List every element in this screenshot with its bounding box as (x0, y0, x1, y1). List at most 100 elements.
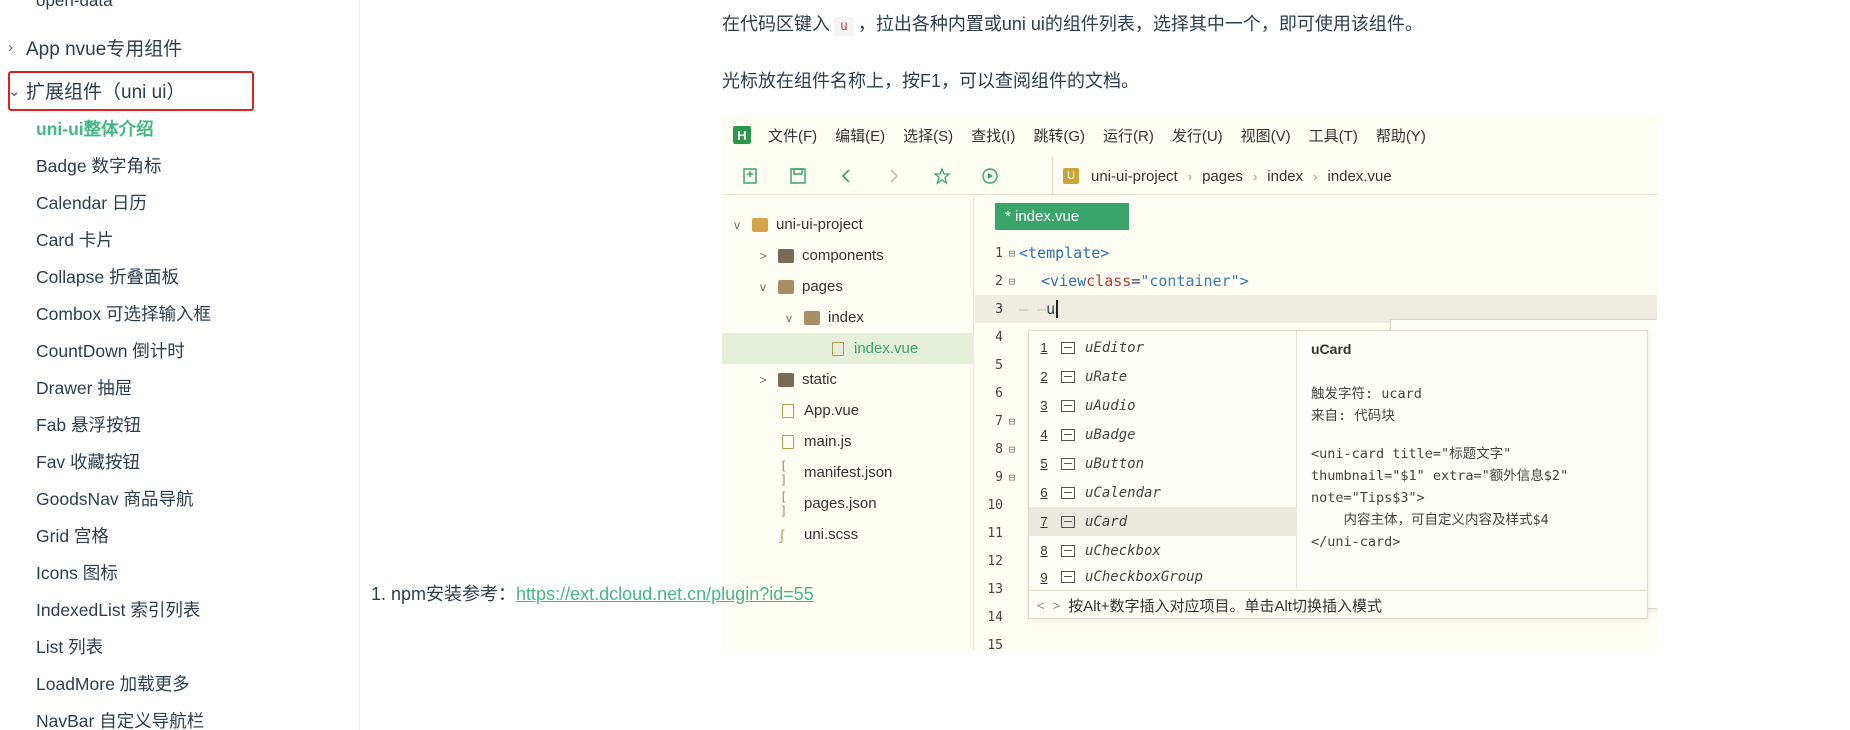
snippet-icon (1061, 571, 1075, 583)
suggestion-label: uButton (1085, 455, 1145, 472)
sidebar-item-fav[interactable]: Fav 收藏按钮 (36, 450, 211, 487)
sidebar-group-uni-ui[interactable]: ⌄ 扩展组件（uni ui） (8, 77, 185, 104)
code-token: <view (1041, 272, 1087, 290)
tree-item-manifest-json[interactable]: [ ] manifest.json (722, 457, 974, 488)
tree-item-components[interactable]: > components (722, 240, 974, 271)
suggestion-number: 1 (1040, 340, 1048, 355)
tree-item-app-vue[interactable]: App.vue (722, 395, 974, 426)
menu-file[interactable]: 文件(F) (768, 125, 817, 146)
fold-icon[interactable]: ⊟ (1005, 275, 1019, 288)
tree-item-pages[interactable]: v pages (722, 271, 974, 302)
menu-publish[interactable]: 发行(U) (1172, 125, 1223, 146)
breadcrumb-item[interactable]: index (1267, 168, 1303, 185)
suggestion-item[interactable]: 1 uEditor (1029, 333, 1297, 362)
sidebar-item-drawer[interactable]: Drawer 抽屉 (36, 376, 211, 413)
sidebar-item-combox[interactable]: Combox 可选择输入框 (36, 302, 211, 339)
suggestion-item-selected[interactable]: 7 uCard (1029, 507, 1297, 536)
sidebar-item-card[interactable]: Card 卡片 (36, 228, 211, 265)
suggestion-number: 8 (1040, 543, 1048, 558)
code-token: > (1239, 272, 1249, 290)
menu-edit[interactable]: 编辑(E) (835, 125, 885, 146)
sidebar-item-icons[interactable]: Icons 图标 (36, 561, 211, 598)
forward-icon[interactable] (884, 166, 904, 186)
new-file-icon[interactable] (740, 166, 760, 186)
tree-item-project[interactable]: v uni-ui-project (722, 209, 974, 240)
fold-icon[interactable]: ⊟ (1005, 415, 1019, 428)
menu-tools[interactable]: 工具(T) (1309, 125, 1358, 146)
code-token: "container" (1140, 272, 1240, 290)
suggestion-label: uEditor (1085, 339, 1145, 356)
plugin-link[interactable]: https://ext.dcloud.net.cn/plugin?id=55 (516, 584, 814, 604)
sidebar-item-grid[interactable]: Grid 宫格 (36, 524, 211, 561)
json-file-icon: [ ] (780, 458, 788, 487)
sidebar-item-loadmore[interactable]: LoadMore 加载更多 (36, 672, 211, 709)
suggestion-item[interactable]: 4 uBadge (1029, 420, 1297, 449)
inline-code: u (834, 17, 854, 36)
breadcrumb-item[interactable]: uni-ui-project (1091, 168, 1178, 185)
tab-index-vue[interactable]: * index.vue (995, 203, 1129, 230)
tree-item-static[interactable]: > static (722, 364, 974, 395)
prev-page-icon[interactable]: < (1037, 598, 1045, 613)
star-icon[interactable] (932, 166, 952, 186)
line-number: 7 (995, 413, 1003, 429)
sidebar-item-navbar[interactable]: NavBar 自定义导航栏 (36, 709, 211, 730)
suggestion-item[interactable]: 5 uButton (1029, 449, 1297, 478)
tree-item-main-js[interactable]: main.js (722, 426, 974, 457)
sidebar-item-open-data[interactable]: open-data (36, 0, 113, 11)
footer-hint: 按Alt+数字插入对应项目。单击Alt切换插入模式 (1068, 598, 1382, 615)
suggestion-item[interactable]: 2 uRate (1029, 362, 1297, 391)
detail-snippet-line: note="Tips$3"> (1311, 490, 1425, 506)
sidebar: open-data › App nvue专用组件 ⌄ 扩展组件（uni ui） … (0, 0, 360, 730)
suggestion-item[interactable]: 3 uAudio (1029, 391, 1297, 420)
menu-find[interactable]: 查找(I) (971, 125, 1015, 146)
fold-icon[interactable]: ⊟ (1005, 471, 1019, 484)
sidebar-item-goodsnav[interactable]: GoodsNav 商品导航 (36, 487, 211, 524)
chevron-right-icon: › (1313, 168, 1318, 184)
paragraph-usage: 在代码区键入 u ，拉出各种内置或uni ui的组件列表，选择其中一个，即可使用该组… (722, 10, 1423, 36)
suggestion-item[interactable]: 9 uCheckboxGroup (1029, 565, 1297, 589)
js-file-icon (782, 434, 794, 449)
sidebar-group-app-nvue[interactable]: › App nvue专用组件 (8, 34, 182, 61)
sidebar-item-countdown[interactable]: CountDown 倒计时 (36, 339, 211, 376)
suggestion-number: 7 (1040, 514, 1048, 529)
project-badge-icon: U (1063, 168, 1079, 184)
sidebar-item-collapse[interactable]: Collapse 折叠面板 (36, 265, 211, 302)
menu-goto[interactable]: 跳转(G) (1033, 125, 1085, 146)
menu-select[interactable]: 选择(S) (903, 125, 953, 146)
breadcrumb-item[interactable]: index.vue (1327, 168, 1391, 185)
sidebar-item-uni-ui-intro[interactable]: uni-ui整体介绍 (36, 117, 211, 154)
tree-label: uni.scss (804, 526, 859, 543)
list-number: 1. (371, 584, 387, 604)
sidebar-item-indexedlist[interactable]: IndexedList 索引列表 (36, 598, 211, 635)
text-cursor (1056, 300, 1059, 318)
fold-icon[interactable]: ⊟ (1005, 247, 1019, 260)
code-token: = (1131, 272, 1141, 290)
tree-item-index-vue[interactable]: index.vue (722, 333, 974, 364)
tree-item-pages-json[interactable]: [ ] pages.json (722, 488, 974, 519)
sidebar-item-list[interactable]: List 列表 (36, 635, 211, 672)
tree-label: static (802, 371, 838, 388)
save-icon[interactable] (788, 166, 808, 186)
fold-icon[interactable]: ⊟ (1005, 443, 1019, 456)
tree-label: uni-ui-project (776, 216, 863, 233)
folder-open-icon (804, 310, 820, 325)
suggestion-label: uAudio (1085, 397, 1136, 414)
detail-snippet-line: 内容主体，可自定义内容及样式$4 (1311, 512, 1549, 528)
tree-item-index-folder[interactable]: v index (722, 302, 974, 333)
menu-help[interactable]: 帮助(Y) (1376, 125, 1426, 146)
breadcrumb-item[interactable]: pages (1202, 168, 1243, 185)
back-icon[interactable] (836, 166, 856, 186)
run-icon[interactable] (980, 166, 1000, 186)
sidebar-item-badge[interactable]: Badge 数字角标 (36, 154, 211, 191)
next-page-icon[interactable]: > (1053, 598, 1061, 613)
suggestion-label: uBadge (1085, 426, 1136, 443)
menu-run[interactable]: 运行(R) (1103, 125, 1154, 146)
chevron-down-icon: ⌄ (8, 82, 21, 100)
suggestion-item[interactable]: 8 uCheckbox (1029, 536, 1297, 565)
sidebar-item-fab[interactable]: Fab 悬浮按钮 (36, 413, 211, 450)
suggestion-item[interactable]: 6 uCalendar (1029, 478, 1297, 507)
menu-view[interactable]: 视图(V) (1241, 125, 1291, 146)
sidebar-group-label: App nvue专用组件 (26, 39, 183, 60)
sidebar-item-calendar[interactable]: Calendar 日历 (36, 191, 211, 228)
tree-item-uni-scss[interactable]: ∫ uni.scss (722, 519, 974, 550)
